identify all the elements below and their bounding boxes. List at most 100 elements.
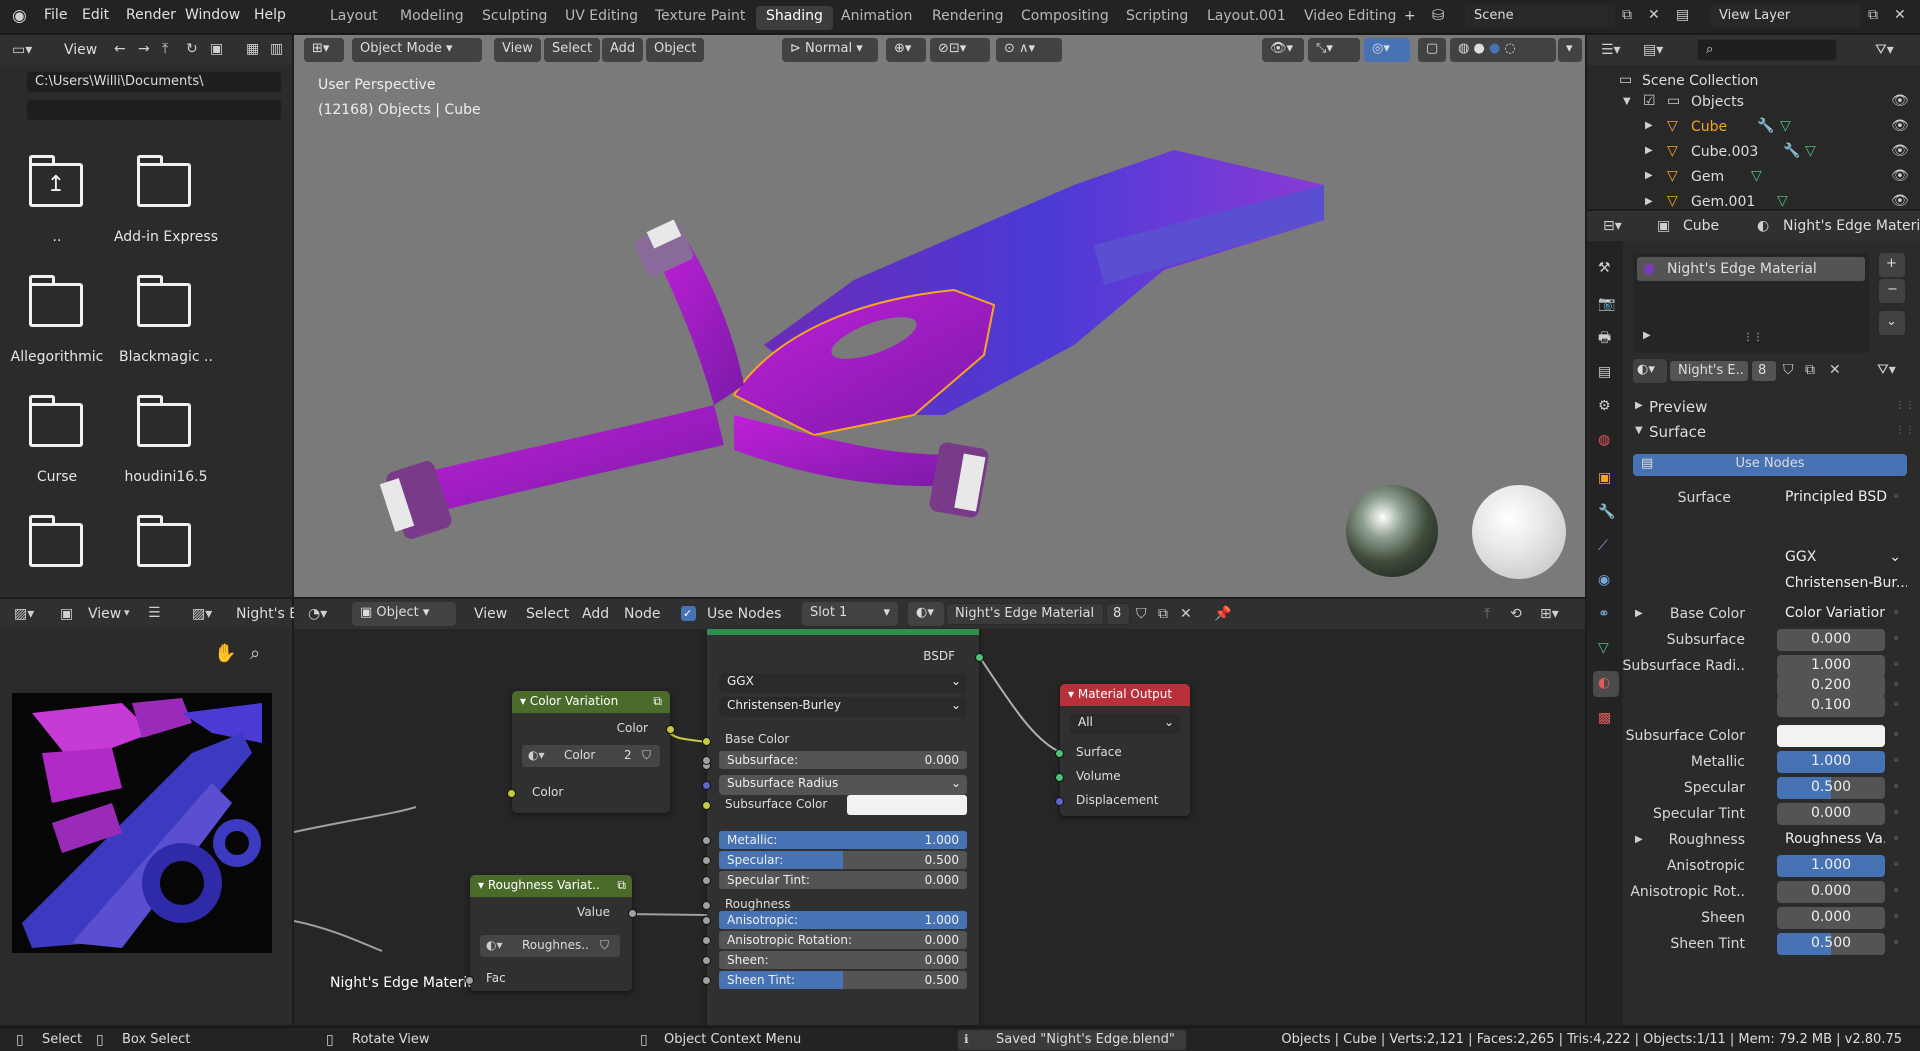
- surface-panel-label[interactable]: Surface: [1649, 423, 1706, 441]
- visibility-eye-icon[interactable]: 👁: [1891, 194, 1909, 208]
- use-nodes-button[interactable]: ▤ Use Nodes: [1633, 454, 1907, 476]
- socket-dot-icon[interactable]: ◦: [1893, 491, 1900, 502]
- image-name-label[interactable]: Night's E: [236, 606, 298, 622]
- node-editor[interactable]: ◔▾ ▣ Object ▾ View Select Add Node ✓ Use…: [294, 599, 1585, 1025]
- zoom-magnifier-icon[interactable]: ⌕: [250, 645, 260, 663]
- fac-input-socket[interactable]: [465, 976, 474, 985]
- bsdf-input-socket[interactable]: [702, 876, 711, 885]
- modifier-tab-icon[interactable]: 🔧: [1598, 505, 1615, 519]
- add-slot-button[interactable]: +: [1879, 253, 1905, 277]
- tab-video-editing[interactable]: Video Editing: [1294, 6, 1406, 30]
- tool-tab-icon[interactable]: ⚒: [1598, 261, 1611, 275]
- directory-path-field[interactable]: C:\Users\Willi\Documents\: [26, 71, 282, 93]
- bsdf-input-socket[interactable]: [702, 936, 711, 945]
- menu-edit[interactable]: Edit: [82, 7, 109, 23]
- expand-triangle-icon[interactable]: ▶: [1645, 121, 1653, 131]
- view-mode-icon[interactable]: ▣: [60, 607, 73, 621]
- bsdf-slider[interactable]: Anisotropic: 1.000: [719, 911, 967, 929]
- subsurface-color-socket[interactable]: [702, 801, 711, 810]
- remove-slot-button[interactable]: −: [1879, 279, 1905, 303]
- status-report[interactable]: ℹ Saved "Night's Edge.blend": [958, 1030, 1186, 1050]
- material-browse-button[interactable]: ◐▾: [1633, 359, 1667, 383]
- tab-scripting[interactable]: Scripting: [1116, 6, 1198, 30]
- property-field[interactable]: 0.000: [1777, 881, 1885, 903]
- duplicate-material-icon[interactable]: ⧉: [1805, 363, 1815, 377]
- tab-animation[interactable]: Animation: [831, 6, 922, 30]
- tab-shading[interactable]: Shading: [756, 6, 833, 30]
- socket-dot-icon[interactable]: ◦: [1893, 833, 1900, 844]
- bsdf-slider[interactable]: Sheen: 0.000: [719, 951, 967, 969]
- resize-grip-icon[interactable]: ⋮⋮: [1743, 333, 1763, 343]
- tab-sculpting[interactable]: Sculpting: [472, 6, 557, 30]
- sss-method-dropdown[interactable]: Christensen-Bur...: [1777, 573, 1907, 595]
- preview-expand-icon[interactable]: ▶: [1635, 401, 1643, 411]
- pan-hand-icon[interactable]: ✋: [214, 645, 236, 663]
- render-tab-icon[interactable]: 📷: [1598, 297, 1615, 311]
- world-tab-icon[interactable]: ◍: [1598, 433, 1610, 447]
- bsdf-slider[interactable]: Metallic: 1.000: [719, 831, 967, 849]
- surface-shader-field[interactable]: Principled BSDF: [1777, 487, 1887, 509]
- principled-bsdf-node[interactable]: BSDF GGX ⌄ Christensen-Burley ⌄ Base Col…: [702, 629, 984, 1025]
- view-layer-icon[interactable]: ▤: [1676, 8, 1689, 22]
- menu-render[interactable]: Render: [126, 7, 176, 23]
- subsurface-radius-socket[interactable]: [702, 781, 711, 790]
- viewport-3d[interactable]: ⊞▾ Object Mode ▾ View Select Add Object …: [294, 35, 1585, 597]
- material-name-field[interactable]: Night's E..: [1669, 360, 1749, 382]
- add-workspace-icon[interactable]: +: [1404, 9, 1416, 23]
- distribution-dropdown[interactable]: GGX ⌄: [1777, 547, 1907, 569]
- visibility-eye-icon[interactable]: 👁: [1891, 144, 1909, 158]
- socket-dot-icon[interactable]: ◦: [1893, 885, 1900, 896]
- material-output-node[interactable]: ▾ Material Output All ⌄ Surface Volume D…: [1055, 684, 1190, 816]
- property-field[interactable]: 0.000: [1777, 629, 1885, 651]
- scene-collection-label[interactable]: Scene Collection: [1642, 73, 1758, 89]
- property-field[interactable]: 0.500: [1777, 777, 1885, 799]
- tab-texture-paint[interactable]: Texture Paint: [645, 6, 755, 30]
- bsdf-input-socket[interactable]: [702, 976, 711, 985]
- color-datablock-row[interactable]: ◐▾ Color 2 ⛉: [522, 745, 660, 767]
- tab-modeling[interactable]: Modeling: [390, 6, 474, 30]
- socket-dot-icon[interactable]: ◦: [1893, 679, 1900, 690]
- scene-field[interactable]: Scene: [1465, 5, 1615, 27]
- socket-dot-icon[interactable]: ◦: [1893, 729, 1900, 740]
- expand-triangle-icon[interactable]: ▶: [1643, 331, 1651, 341]
- editor-type-icon[interactable]: ☰▾: [1601, 43, 1621, 57]
- object-tab-icon[interactable]: ▣: [1598, 471, 1611, 485]
- preview-panel-label[interactable]: Preview: [1649, 398, 1707, 416]
- bsdf-slider[interactable]: Specular Tint: 0.000: [719, 871, 967, 889]
- hamburger-menu-icon[interactable]: ☰: [148, 606, 161, 620]
- property-field[interactable]: 0.200: [1777, 675, 1885, 697]
- color-variation-node[interactable]: ▾ Color Variation ⧉ Color ◐▾ Color 2 ⛉ C…: [507, 691, 675, 813]
- property-field[interactable]: 1.000: [1777, 751, 1885, 773]
- visibility-eye-icon[interactable]: 👁: [1891, 94, 1909, 108]
- bsdf-slider[interactable]: Subsurface: 0.000: [719, 751, 967, 769]
- roughness-datablock-row[interactable]: ◐▾ Roughnes.. ⛉: [480, 935, 620, 957]
- bsdf-input-socket[interactable]: [702, 836, 711, 845]
- property-field[interactable]: Color Variation: [1777, 603, 1885, 625]
- tab-compositing[interactable]: Compositing: [1011, 6, 1119, 30]
- output-target-dropdown[interactable]: All ⌄: [1070, 714, 1180, 734]
- property-field[interactable]: 0.000: [1777, 803, 1885, 825]
- expand-triangle-icon[interactable]: ▶: [1645, 197, 1653, 207]
- material-slot-row[interactable]: ● Night's Edge Material: [1637, 257, 1865, 281]
- new-scene-icon[interactable]: ⧉: [1622, 8, 1632, 22]
- bsdf-input-socket[interactable]: [702, 756, 711, 765]
- tab-rendering[interactable]: Rendering: [922, 6, 1014, 30]
- new-folder-icon[interactable]: ▣: [210, 42, 223, 56]
- expand-triangle-icon[interactable]: ▶: [1645, 171, 1653, 181]
- parent-dir-icon[interactable]: ⤒: [162, 42, 168, 56]
- bsdf-slider[interactable]: Specular: 0.500: [719, 851, 967, 869]
- base-color-socket[interactable]: [702, 737, 711, 746]
- texture-tab-icon[interactable]: ▩: [1598, 711, 1611, 725]
- socket-dot-icon[interactable]: ◦: [1893, 937, 1900, 948]
- filename-field[interactable]: [26, 99, 282, 121]
- volume-input-socket[interactable]: [1055, 773, 1064, 782]
- output-tab-icon[interactable]: 🖶: [1598, 331, 1611, 345]
- back-arrow-icon[interactable]: ←: [114, 42, 126, 56]
- slot-specials-button[interactable]: ⌄: [1879, 311, 1905, 335]
- socket-dot-icon[interactable]: ◦: [1893, 699, 1900, 710]
- fake-user-shield-icon[interactable]: ⛉: [1783, 363, 1794, 377]
- material-tab-icon[interactable]: ◐: [1593, 671, 1619, 697]
- blender-logo-icon[interactable]: ◉: [12, 8, 27, 25]
- tab-layout-001[interactable]: Layout.001: [1197, 6, 1296, 30]
- particles-tab-icon[interactable]: ⟋: [1598, 539, 1608, 553]
